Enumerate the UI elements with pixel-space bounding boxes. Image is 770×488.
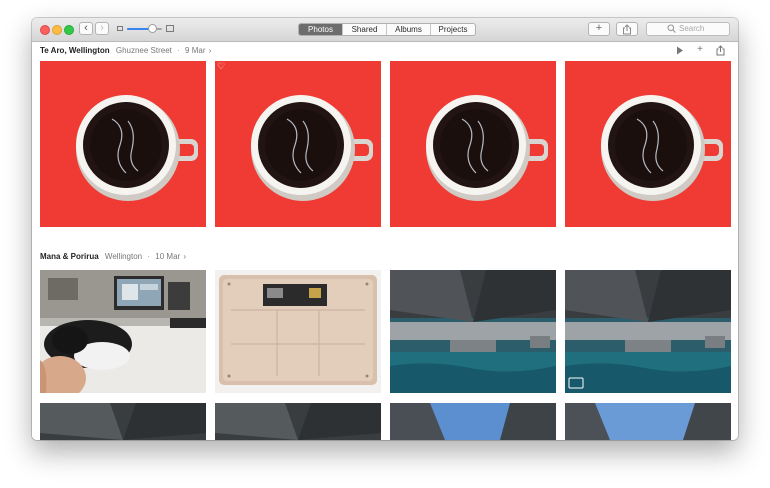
photo-bridge-4[interactable] xyxy=(215,403,381,440)
chevron-left-icon: ‹ xyxy=(84,22,88,34)
slideshow-button[interactable] xyxy=(674,44,686,56)
photo-bridge-2[interactable] xyxy=(565,270,731,393)
photo-bridge-3[interactable] xyxy=(40,403,206,440)
zoom-window-button[interactable] xyxy=(64,25,74,35)
photo-library: Te Aro, Wellington Ghuznee Street · 9 Ma… xyxy=(32,42,738,440)
tab-albums[interactable]: Albums xyxy=(386,24,430,35)
moment-chevron: › xyxy=(208,46,212,55)
moment-header-1[interactable]: Te Aro, Wellington Ghuznee Street · 9 Ma… xyxy=(40,44,211,58)
toolbar: ‹ › Photos Shared Albums Projects + Sear… xyxy=(32,18,738,42)
heart-icon[interactable]: ♡ xyxy=(217,62,225,71)
photo-sky-1[interactable] xyxy=(390,403,556,440)
play-icon xyxy=(677,46,683,55)
share-icon xyxy=(716,45,724,56)
zoom-slider-track[interactable] xyxy=(127,28,162,30)
moment-location: Ghuznee Street xyxy=(115,46,172,55)
photo-coffee-4[interactable] xyxy=(565,61,731,227)
photos-window: ‹ › Photos Shared Albums Projects + Sear… xyxy=(32,18,738,440)
moment-separator: · xyxy=(147,252,151,261)
photo-cat[interactable] xyxy=(40,270,206,393)
moment-header-2[interactable]: Mana & Porirua Wellington · 10 Mar › xyxy=(40,250,186,264)
back-button[interactable]: ‹ xyxy=(79,22,93,35)
moment-separator: · xyxy=(177,46,180,55)
moment-actions: + xyxy=(672,44,732,58)
view-tabs: Photos Shared Albums Projects xyxy=(298,23,476,36)
photo-coffee-2[interactable]: ♡ xyxy=(215,61,381,227)
tab-projects[interactable]: Projects xyxy=(430,24,475,35)
close-window-button[interactable] xyxy=(40,25,50,35)
photo-coffee-3[interactable] xyxy=(390,61,556,227)
add-button[interactable]: + xyxy=(588,22,610,36)
photo-coffee-1[interactable] xyxy=(40,61,206,227)
search-field[interactable]: Search xyxy=(646,22,730,36)
tab-shared[interactable]: Shared xyxy=(342,24,386,35)
moment-date: 10 Mar xyxy=(155,252,181,261)
magnifier-icon xyxy=(667,24,676,33)
photo-sky-2[interactable] xyxy=(565,403,731,440)
photo-bridge-1[interactable] xyxy=(390,270,556,393)
plus-icon: + xyxy=(595,22,603,34)
moment-share-button[interactable] xyxy=(714,44,726,56)
zoom-out-icon xyxy=(117,26,123,31)
zoom-in-icon xyxy=(166,25,174,32)
share-icon xyxy=(623,24,631,35)
minimize-window-button[interactable] xyxy=(52,25,62,35)
moment-title: Mana & Porirua xyxy=(40,252,99,261)
moment-date: 9 Mar xyxy=(185,46,206,55)
forward-button[interactable]: › xyxy=(95,22,109,35)
share-button[interactable] xyxy=(616,22,638,36)
photo-macbook-internals[interactable] xyxy=(215,270,381,393)
chevron-right-icon: › xyxy=(100,22,104,34)
moment-add-button[interactable]: + xyxy=(694,44,706,56)
moment-location: Wellington xyxy=(104,252,143,261)
plus-icon: + xyxy=(697,44,703,55)
moment-chevron: › xyxy=(183,252,187,261)
zoom-slider-knob[interactable] xyxy=(147,24,157,33)
moment-title: Te Aro, Wellington xyxy=(40,46,110,55)
search-placeholder: Search xyxy=(679,24,705,33)
tab-photos[interactable]: Photos xyxy=(299,24,342,35)
